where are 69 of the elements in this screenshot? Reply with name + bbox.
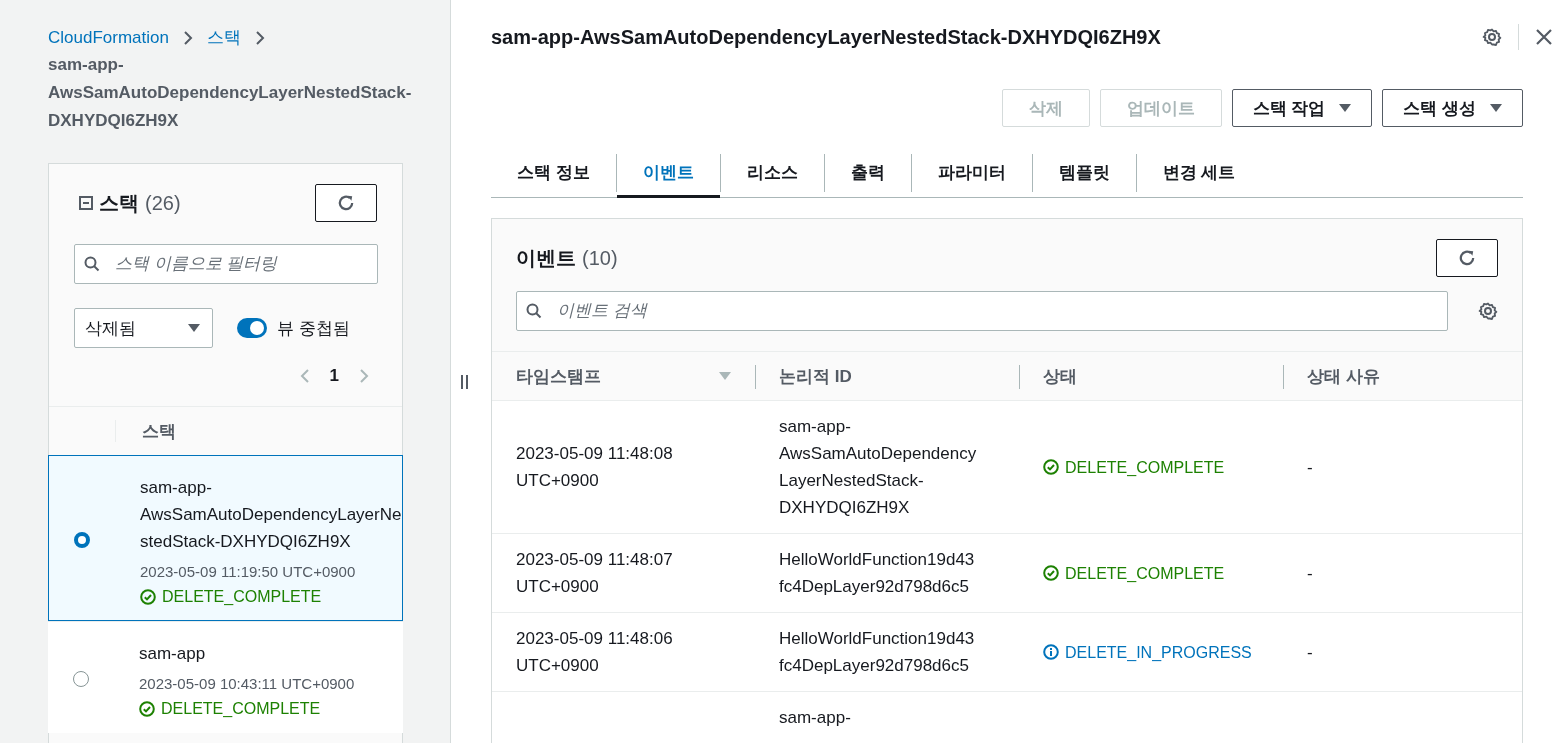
panel-title: 이벤트	[516, 245, 576, 271]
chevron-right-icon	[182, 29, 193, 46]
radio-button[interactable]	[73, 671, 89, 687]
radio-button[interactable]	[74, 532, 90, 548]
timestamp-cell-text: 2023-05-09 11:48:06 UTC+0900	[516, 628, 674, 677]
check-circle-icon	[1043, 565, 1059, 581]
stack-count: (26)	[145, 191, 181, 215]
column-header: 스택	[142, 420, 176, 443]
logical-id-cell-text: sam-app-AwsSamAutoDependencyLayerNestedStack-DXHYDQI6ZH9X	[779, 416, 978, 519]
refresh-icon	[1458, 249, 1476, 267]
event-count: (10)	[582, 246, 618, 270]
breadcrumb-link[interactable]: CloudFormation	[48, 27, 169, 48]
reason-cell-text: -	[1307, 641, 1313, 664]
stack-name: sam-app	[139, 643, 207, 665]
logical-id-cell-text: HelloWorldFunction19d43fc4DepLayer92d798d6c5	[779, 628, 976, 677]
logical-id-cell-text: sam-app-	[779, 707, 851, 729]
tab[interactable]: 템플릿	[1032, 149, 1136, 198]
tab[interactable]: 변경 세트	[1136, 149, 1262, 198]
action-button[interactable]: 스택 작업	[1231, 89, 1373, 127]
tab[interactable]: 파라미터	[911, 149, 1032, 198]
column-header: 타임스탬프	[516, 365, 601, 388]
settings-icon[interactable]	[1478, 301, 1498, 321]
check-circle-icon	[140, 589, 156, 605]
status-text: DELETE_COMPLETE	[161, 700, 321, 718]
panel-title: 스택	[99, 190, 139, 216]
refresh-button[interactable]	[315, 184, 377, 222]
caret-icon	[188, 324, 200, 332]
search-field[interactable]: 스택 이름으로 필터링	[74, 244, 378, 284]
filter-dropdown[interactable]: 삭제됨	[74, 308, 213, 348]
action-button[interactable]: 스택 생성	[1382, 89, 1523, 127]
tab[interactable]: 리소스	[720, 149, 824, 198]
page-number[interactable]: 1	[329, 366, 339, 386]
column-header: 상태 사유	[1307, 365, 1380, 388]
stack-time: 2023-05-09 10:43:11 UTC+0900	[139, 675, 356, 692]
chevron-right-icon	[254, 29, 265, 46]
tab[interactable]: 스택 정보	[491, 149, 616, 198]
stack-row[interactable]: sam-app 2023-05-09 10:43:11 UTC+0900 DELETE_COMPLETE	[48, 621, 403, 733]
column-header: 상태	[1043, 365, 1077, 388]
tab[interactable]: 출력	[824, 149, 911, 198]
info-circle-icon	[1043, 644, 1059, 660]
toggle-label: 뷰 중첩됨	[277, 317, 350, 340]
collapse-icon[interactable]	[79, 196, 93, 210]
settings-icon[interactable]	[1482, 27, 1502, 47]
stack-row[interactable]: sam-app-AwsSamAutoDependencyLayerNestedStack-DXHYDQI6ZH9X 2023-05-09 11:19:50 UTC+0900 DELETE_COMPLETE	[48, 455, 403, 621]
stack-title: sam-app-AwsSamAutoDependencyLayerNestedStack-DXHYDQI6ZH9X	[491, 25, 1161, 49]
check-circle-icon	[1043, 459, 1059, 475]
timestamp-cell-text: 2023-05-09 11:48:07 UTC+0900	[516, 549, 674, 598]
reason-cell-text: -	[1307, 456, 1313, 479]
close-icon[interactable]	[1535, 28, 1553, 46]
check-circle-icon	[139, 701, 155, 717]
status-text: DELETE_COMPLETE	[1065, 457, 1225, 478]
reason-cell-text: -	[1307, 562, 1313, 585]
column-header: 논리적 ID	[779, 365, 852, 388]
caret-icon	[1490, 104, 1502, 112]
stack-time: 2023-05-09 11:19:50 UTC+0900	[140, 563, 357, 580]
status-text: DELETE_IN_PROGRESS	[1065, 642, 1252, 663]
status-text: DELETE_COMPLETE	[1065, 563, 1225, 584]
refresh-icon	[337, 194, 355, 212]
search-field[interactable]: 이벤트 검색	[516, 291, 1448, 331]
status-text: DELETE_COMPLETE	[162, 588, 322, 606]
logical-id-cell-text: HelloWorldFunction19d43fc4DepLayer92d798d6c5	[779, 549, 976, 598]
timestamp-cell-text: 2023-05-09 11:48:08 UTC+0900	[516, 443, 674, 492]
breadcrumb-current: sam-app-AwsSamAutoDependencyLayerNestedStack-DXHYDQI6ZH9X	[48, 54, 413, 132]
stack-name: sam-app-AwsSamAutoDependencyLayerNestedStack-DXHYDQI6ZH9X	[140, 477, 402, 553]
drag-handle-icon[interactable]	[459, 374, 471, 390]
caret-icon	[1339, 104, 1352, 112]
toggle-switch[interactable]	[237, 318, 267, 338]
breadcrumb-link[interactable]: 스택	[206, 26, 241, 49]
refresh-button[interactable]	[1436, 239, 1498, 277]
